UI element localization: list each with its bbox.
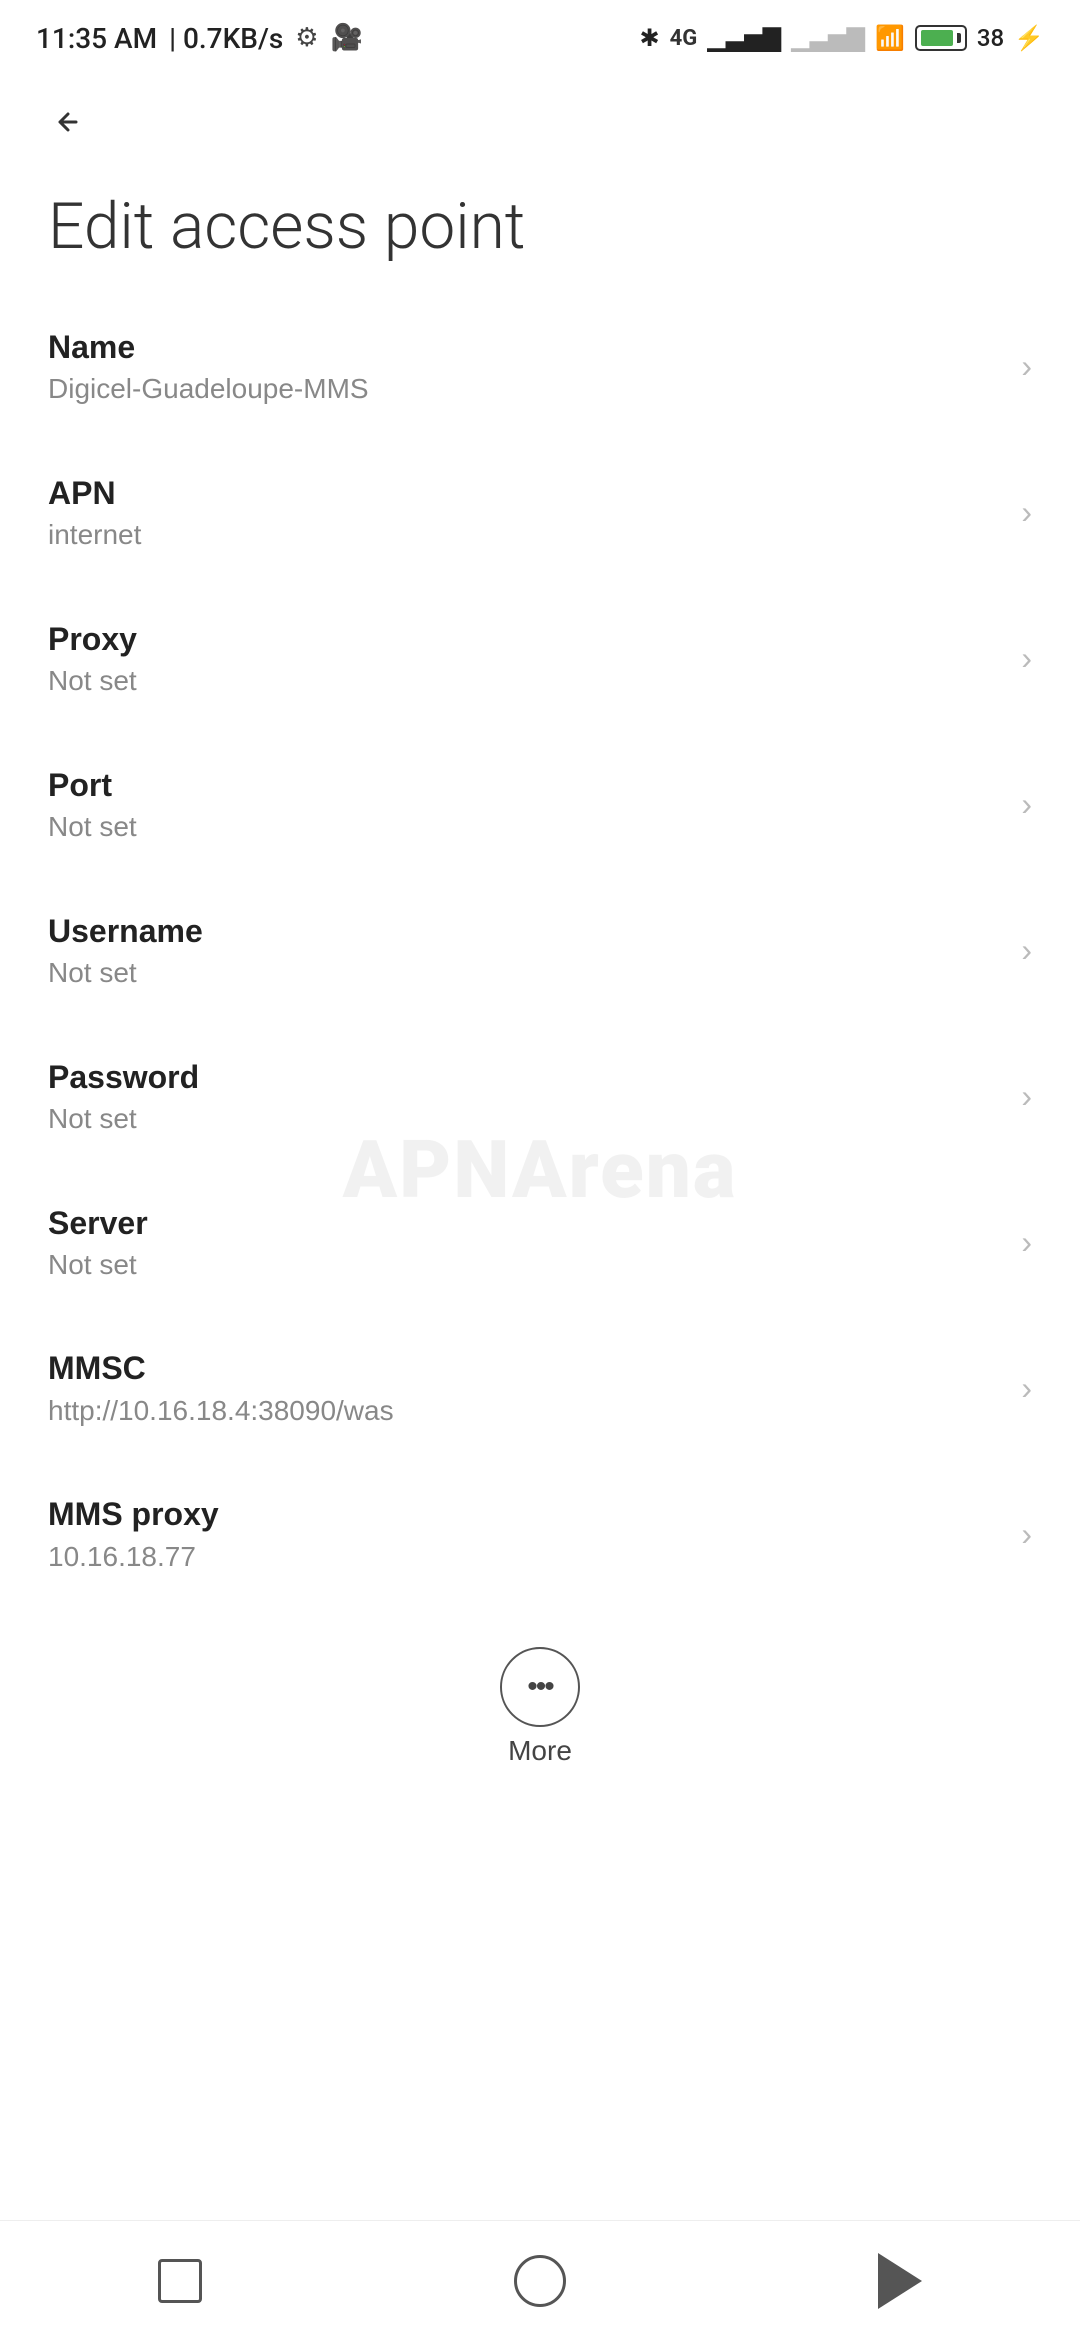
status-bar: 11:35 AM | 0.7KB/s ⚙ 🎥 ✱ 4G ▁▃▅▇ ▁▃▅▇ 📶 …	[0, 0, 1080, 70]
item-value-proxy: Not set	[48, 664, 137, 698]
navigation-bar	[0, 2220, 1080, 2340]
chevron-right-icon: ›	[1021, 640, 1032, 677]
chevron-right-icon: ›	[1021, 932, 1032, 969]
back-button[interactable]	[40, 94, 96, 150]
top-bar	[0, 70, 1080, 160]
chevron-right-icon: ›	[1021, 348, 1032, 385]
item-label-name: Name	[48, 328, 369, 366]
signal-4g-icon: 4G	[670, 26, 698, 51]
signal-bars2-icon: ▁▃▅▇	[791, 24, 865, 52]
settings-item-apn[interactable]: APN internet ›	[0, 440, 1080, 586]
item-value-apn: internet	[48, 518, 141, 552]
bluetooth-icon: ✱	[640, 24, 660, 52]
chevron-right-icon: ›	[1021, 786, 1032, 823]
status-left: 11:35 AM | 0.7KB/s ⚙ 🎥	[36, 22, 363, 55]
chevron-right-icon: ›	[1021, 1224, 1032, 1261]
nav-home-button[interactable]	[500, 2241, 580, 2321]
item-label-username: Username	[48, 912, 203, 950]
camera-icon: 🎥	[331, 23, 363, 53]
settings-item-username[interactable]: Username Not set ›	[0, 878, 1080, 1024]
item-label-proxy: Proxy	[48, 620, 137, 658]
more-section: ••• More	[0, 1607, 1080, 1791]
speed-display: | 0.7KB/s	[169, 22, 283, 55]
chevron-right-icon: ›	[1021, 494, 1032, 531]
settings-item-mmsc[interactable]: MMSC http://10.16.18.4:38090/was ›	[0, 1315, 1080, 1461]
time-display: 11:35 AM	[36, 22, 157, 55]
settings-item-server[interactable]: Server Not set ›	[0, 1170, 1080, 1316]
item-value-mms-proxy: 10.16.18.77	[48, 1540, 219, 1574]
item-label-password: Password	[48, 1058, 199, 1096]
chevron-right-icon: ›	[1021, 1516, 1032, 1553]
battery-percent: 38	[977, 24, 1004, 52]
triangle-icon	[878, 2253, 922, 2309]
item-value-server: Not set	[48, 1248, 148, 1282]
page-title: Edit access point	[0, 160, 1080, 294]
more-button[interactable]: ••• More	[500, 1647, 580, 1767]
square-icon	[158, 2259, 202, 2303]
item-value-mmsc: http://10.16.18.4:38090/was	[48, 1394, 394, 1428]
settings-item-proxy[interactable]: Proxy Not set ›	[0, 586, 1080, 732]
more-label: More	[508, 1735, 572, 1767]
item-label-mms-proxy: MMS proxy	[48, 1495, 219, 1533]
item-label-server: Server	[48, 1204, 148, 1242]
item-value-password: Not set	[48, 1102, 199, 1136]
settings-item-password[interactable]: Password Not set ›	[0, 1024, 1080, 1170]
bolt-icon: ⚡	[1014, 24, 1044, 52]
item-label-port: Port	[48, 766, 137, 804]
settings-item-port[interactable]: Port Not set ›	[0, 732, 1080, 878]
gear-icon: ⚙	[295, 23, 318, 53]
settings-item-mms-proxy[interactable]: MMS proxy 10.16.18.77 ›	[0, 1461, 1080, 1607]
battery-icon	[915, 25, 967, 51]
settings-item-name[interactable]: Name Digicel-Guadeloupe-MMS ›	[0, 294, 1080, 440]
chevron-right-icon: ›	[1021, 1078, 1032, 1115]
nav-back-button[interactable]	[860, 2241, 940, 2321]
circle-icon	[514, 2255, 566, 2307]
settings-list: Name Digicel-Guadeloupe-MMS › APN intern…	[0, 294, 1080, 1608]
item-value-username: Not set	[48, 956, 203, 990]
item-value-port: Not set	[48, 810, 137, 844]
item-label-mmsc: MMSC	[48, 1349, 394, 1387]
more-dots-icon: •••	[500, 1647, 580, 1727]
wifi-icon: 📶	[875, 24, 905, 52]
status-right: ✱ 4G ▁▃▅▇ ▁▃▅▇ 📶 38 ⚡	[640, 24, 1044, 52]
signal-bars-icon: ▁▃▅▇	[707, 24, 781, 52]
nav-square-button[interactable]	[140, 2241, 220, 2321]
item-label-apn: APN	[48, 474, 141, 512]
item-value-name: Digicel-Guadeloupe-MMS	[48, 372, 369, 406]
chevron-right-icon: ›	[1021, 1370, 1032, 1407]
